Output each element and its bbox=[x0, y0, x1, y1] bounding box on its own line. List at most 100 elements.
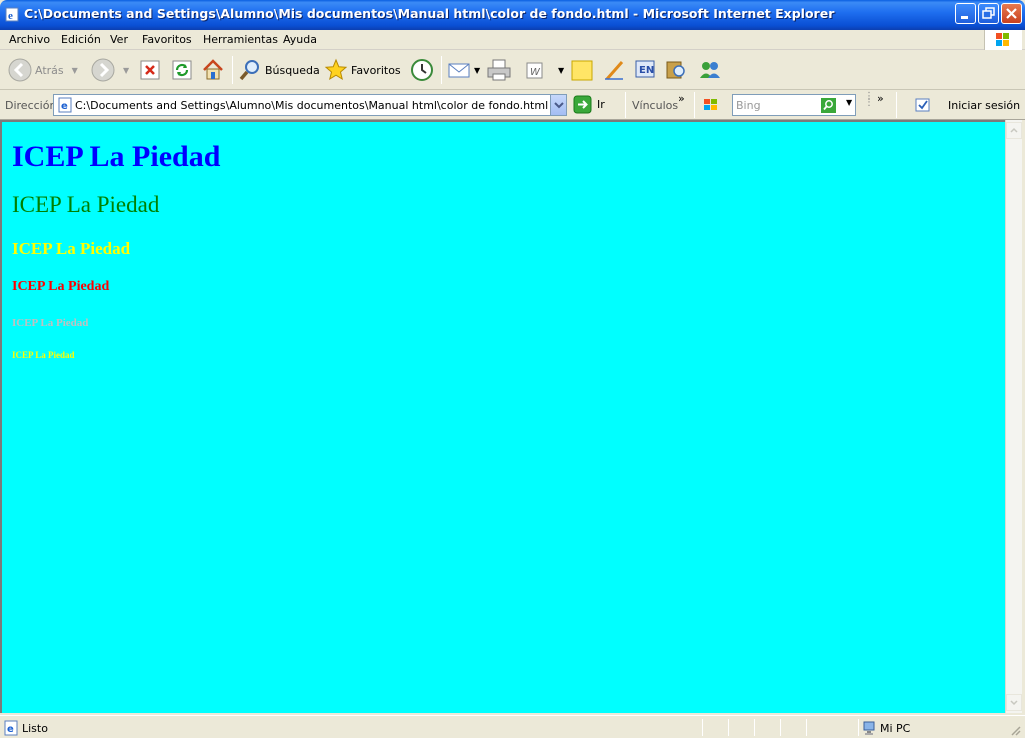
messenger-button[interactable]: EN bbox=[633, 54, 659, 86]
toolbar-separator bbox=[232, 56, 233, 84]
minimize-icon bbox=[961, 16, 968, 19]
address-dropdown[interactable] bbox=[550, 95, 566, 115]
back-dropdown-icon[interactable]: ▼ bbox=[72, 66, 78, 75]
menu-edicion[interactable]: Edición bbox=[61, 30, 101, 50]
mail-button[interactable]: ▼ bbox=[447, 54, 480, 86]
heading-h6: ICEP La Piedad bbox=[12, 350, 75, 360]
favorites-label: Favoritos bbox=[351, 63, 401, 77]
menu-bar: Archivo Edición Ver Favoritos Herramient… bbox=[0, 30, 1025, 50]
address-bar: Dirección e C:\Documents and Settings\Al… bbox=[0, 90, 1025, 120]
title-bar: e C:\Documents and Settings\Alumno\Mis d… bbox=[0, 0, 1025, 30]
scroll-down-button[interactable] bbox=[1006, 694, 1022, 711]
history-icon bbox=[411, 59, 433, 81]
forward-dropdown-icon[interactable]: ▼ bbox=[123, 66, 129, 75]
toolbar-separator bbox=[896, 92, 897, 118]
status-separator bbox=[728, 719, 729, 736]
refresh-button[interactable] bbox=[171, 54, 193, 86]
maximize-icon bbox=[982, 7, 995, 19]
stop-button[interactable] bbox=[139, 54, 161, 86]
heading-h1: ICEP La Piedad bbox=[12, 140, 221, 173]
menu-ver[interactable]: Ver bbox=[110, 30, 128, 50]
svg-text:W: W bbox=[530, 67, 541, 78]
ie-icon: e bbox=[5, 7, 19, 22]
print-button[interactable] bbox=[486, 54, 512, 86]
home-button[interactable] bbox=[201, 54, 225, 86]
stop-icon bbox=[140, 60, 160, 80]
chevron-up-icon bbox=[1010, 127, 1018, 133]
note-button[interactable] bbox=[570, 54, 594, 86]
toolbar-grip: ⋮ ⋮ bbox=[864, 91, 874, 108]
mail-dropdown-icon[interactable]: ▼ bbox=[474, 66, 480, 75]
search-dropdown-icon[interactable]: ▼ bbox=[846, 98, 852, 107]
search-input[interactable]: Bing ▼ bbox=[732, 94, 856, 116]
links-chevron-icon[interactable]: » bbox=[678, 92, 685, 105]
svg-text:EN: EN bbox=[639, 65, 654, 76]
back-label: Atrás bbox=[35, 63, 64, 77]
resize-grip-icon[interactable] bbox=[1009, 724, 1021, 736]
search-placeholder: Bing bbox=[736, 99, 761, 112]
close-button[interactable] bbox=[1001, 3, 1022, 24]
close-icon bbox=[1006, 8, 1017, 19]
favorites-star-icon bbox=[324, 58, 348, 81]
window-title: C:\Documents and Settings\Alumno\Mis doc… bbox=[24, 6, 835, 21]
pen-icon bbox=[605, 61, 624, 80]
messenger-icon: EN bbox=[635, 60, 655, 78]
research-icon bbox=[666, 61, 685, 79]
status-bar: e Listo Mi PC bbox=[0, 715, 1025, 738]
scroll-up-button[interactable] bbox=[1006, 122, 1022, 139]
toolbar-chevron-icon[interactable]: » bbox=[877, 92, 884, 105]
vertical-scrollbar[interactable] bbox=[1005, 120, 1022, 713]
research-button[interactable] bbox=[664, 54, 688, 86]
back-arrow-icon bbox=[8, 58, 32, 82]
heading-h3: ICEP La Piedad bbox=[12, 239, 131, 258]
edit-dropdown-icon[interactable]: ▼ bbox=[558, 66, 564, 75]
edit-icon: W bbox=[526, 62, 543, 79]
address-url: C:\Documents and Settings\Alumno\Mis doc… bbox=[75, 99, 549, 112]
edit-button[interactable]: W ▼ bbox=[524, 54, 564, 86]
note-icon bbox=[571, 60, 593, 81]
windows-logo bbox=[984, 30, 1022, 50]
favorites-button[interactable]: Favoritos bbox=[324, 54, 401, 86]
status-separator bbox=[702, 719, 703, 736]
pen-button[interactable] bbox=[603, 54, 627, 86]
menu-ayuda[interactable]: Ayuda bbox=[283, 30, 317, 50]
history-button[interactable] bbox=[409, 54, 435, 86]
forward-button[interactable]: ▼ bbox=[91, 54, 129, 86]
forward-arrow-icon bbox=[91, 58, 115, 82]
go-arrow-icon bbox=[573, 95, 592, 114]
maximize-button[interactable] bbox=[978, 3, 999, 24]
menu-archivo[interactable]: Archivo bbox=[9, 30, 50, 50]
back-button[interactable]: Atrás ▼ bbox=[8, 54, 78, 86]
minimize-button[interactable] bbox=[955, 3, 976, 24]
svg-text:e: e bbox=[7, 724, 14, 735]
windows-flag-icon bbox=[704, 99, 717, 110]
toolbar-separator bbox=[694, 92, 695, 118]
heading-h2: ICEP La Piedad bbox=[12, 192, 160, 217]
svg-text:e: e bbox=[61, 101, 68, 112]
search-button[interactable]: Búsqueda bbox=[238, 54, 320, 86]
chevron-down-icon bbox=[554, 102, 564, 109]
computer-icon bbox=[863, 721, 875, 735]
refresh-icon bbox=[172, 60, 192, 80]
zone-text: Mi PC bbox=[880, 722, 911, 735]
search-label: Búsqueda bbox=[265, 63, 320, 77]
toolbar-separator bbox=[625, 92, 626, 118]
status-separator bbox=[858, 719, 859, 736]
status-separator bbox=[806, 719, 807, 736]
mail-icon bbox=[448, 63, 470, 78]
toolbar-separator bbox=[441, 56, 442, 84]
search-icon[interactable] bbox=[821, 98, 836, 113]
address-input[interactable]: e C:\Documents and Settings\Alumno\Mis d… bbox=[53, 94, 567, 116]
msn-people-button[interactable] bbox=[697, 54, 723, 86]
links-label[interactable]: Vínculos bbox=[632, 99, 678, 112]
page-icon: e bbox=[4, 720, 18, 736]
home-icon bbox=[203, 59, 223, 80]
chevron-down-icon bbox=[1010, 700, 1018, 706]
page-content: ICEP La Piedad ICEP La Piedad ICEP La Pi… bbox=[0, 120, 1005, 713]
signin-button[interactable]: Iniciar sesión bbox=[915, 97, 1020, 113]
menu-herramientas[interactable]: Herramientas bbox=[203, 30, 278, 50]
signin-label: Iniciar sesión bbox=[948, 98, 1021, 112]
address-label: Dirección bbox=[5, 99, 57, 112]
go-button[interactable]: Ir bbox=[573, 95, 605, 114]
menu-favoritos[interactable]: Favoritos bbox=[142, 30, 192, 50]
